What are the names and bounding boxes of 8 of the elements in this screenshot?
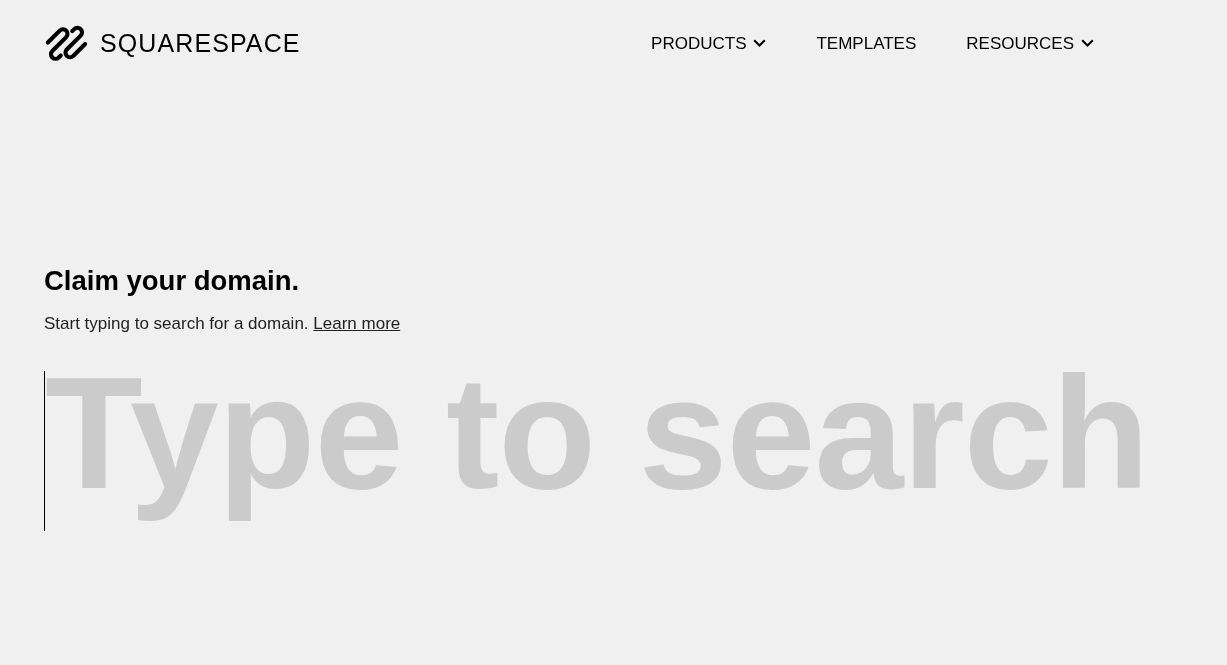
description-text: Start typing to search for a domain. Learn more (44, 313, 401, 335)
nav-menu-link[interactable]: RESOURCES (966, 34, 1094, 52)
nav-link[interactable]: TEMPLATES (816, 34, 917, 52)
page-heading: Claim your domain. (44, 264, 300, 297)
logo-icon (44, 25, 89, 61)
logo-wordmark[interactable]: SQUARESPACE (100, 30, 301, 56)
learn-more-link[interactable]: Learn more (313, 314, 401, 333)
nav-menu-link[interactable]: PRODUCTS (651, 34, 767, 52)
